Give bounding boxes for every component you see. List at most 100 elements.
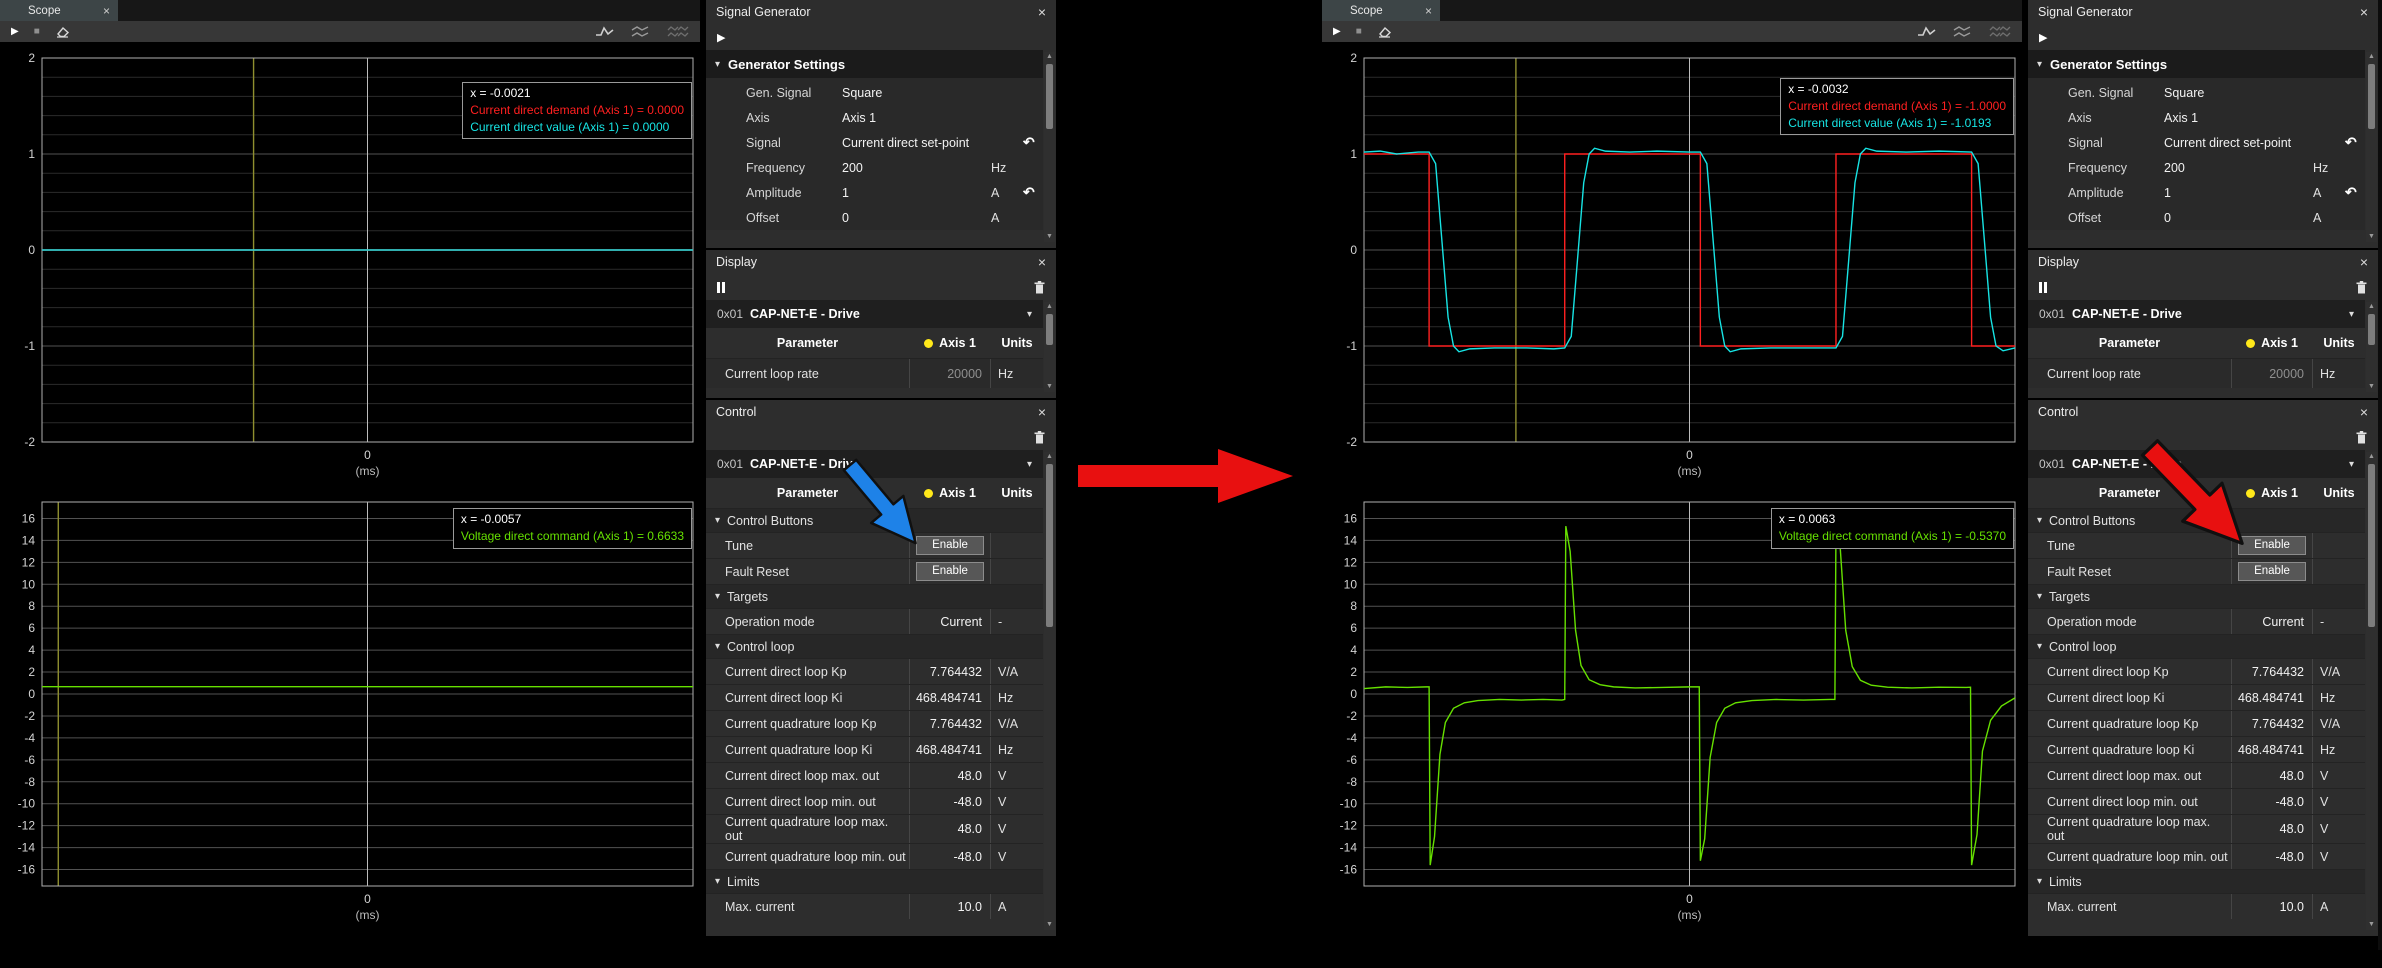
parameter-value[interactable]: Enable	[916, 536, 984, 555]
trash-icon[interactable]	[2356, 281, 2367, 294]
parameter-row[interactable]: ▾Targets	[2028, 584, 2365, 608]
setting-value[interactable]: 1	[842, 186, 991, 200]
tab-close-icon[interactable]: ×	[103, 4, 110, 18]
scrollbar[interactable]: ▲ ▼	[2366, 52, 2377, 242]
parameter-row[interactable]: Max. current 10.0 A	[2028, 893, 2365, 919]
parameter-value[interactable]: 7.764432	[930, 665, 982, 679]
setting-value[interactable]: Axis 1	[842, 111, 991, 125]
undo-icon[interactable]: ↶	[1023, 184, 1043, 201]
parameter-value[interactable]: 20000	[947, 367, 982, 381]
close-icon[interactable]: ×	[2360, 4, 2368, 20]
parameter-row[interactable]: ▾Control Buttons	[2028, 508, 2365, 532]
parameter-row[interactable]: ▾Control Buttons	[706, 508, 1043, 532]
parameter-row[interactable]: Operation mode Current -	[2028, 608, 2365, 634]
scrollbar-thumb[interactable]	[1046, 464, 1053, 627]
chart-current-direct[interactable]: 210-1-20(ms)x = -0.0032Current direct de…	[1322, 42, 2022, 486]
parameter-value[interactable]: Current	[940, 615, 982, 629]
parameter-row[interactable]: Operation mode Current -	[706, 608, 1043, 634]
pause-button[interactable]	[717, 282, 725, 293]
parameter-value[interactable]: 7.764432	[2252, 665, 2304, 679]
setting-value[interactable]: Square	[2164, 86, 2313, 100]
scroll-up-icon[interactable]: ▲	[1046, 452, 1053, 462]
parameter-row[interactable]: ▾Limits	[706, 869, 1043, 893]
parameter-value[interactable]: -48.0	[2276, 850, 2305, 864]
parameter-value[interactable]: 7.764432	[930, 717, 982, 731]
device-selector[interactable]: 0x01 CAP-NET-E - Drive ▾	[706, 300, 1043, 328]
parameter-row[interactable]: Current direct loop min. out -48.0 V	[706, 788, 1043, 814]
scroll-down-icon[interactable]: ▼	[2368, 920, 2375, 930]
setting-value[interactable]: 200	[2164, 161, 2313, 175]
parameter-row[interactable]: Current quadrature loop max. out 48.0 V	[706, 814, 1043, 843]
split-trace-view-icon[interactable]	[1953, 25, 1972, 38]
scrollbar-thumb[interactable]	[1046, 64, 1053, 129]
parameter-value[interactable]: Enable	[916, 562, 984, 581]
parameter-row[interactable]: Current quadrature loop Kp 7.764432 V/A	[2028, 710, 2365, 736]
parameter-row[interactable]: Current direct loop min. out -48.0 V	[2028, 788, 2365, 814]
chevron-down-icon[interactable]: ▾	[1027, 309, 1032, 320]
chart-current-direct[interactable]: 210-1-20(ms)x = -0.0021Current direct de…	[0, 42, 700, 486]
scrollbar-thumb[interactable]	[2368, 314, 2375, 345]
device-selector[interactable]: 0x01 CAP-NET-E - Drive ▾	[2028, 450, 2365, 478]
parameter-value[interactable]: -48.0	[954, 795, 983, 809]
scroll-down-icon[interactable]: ▼	[1046, 232, 1053, 242]
parameter-row[interactable]: Current quadrature loop Ki 468.484741 Hz	[2028, 736, 2365, 762]
clear-plot-icon[interactable]	[1377, 25, 1392, 38]
play-button[interactable]: ▶	[11, 27, 19, 37]
scroll-up-icon[interactable]: ▲	[2368, 302, 2375, 312]
single-trace-view-icon[interactable]	[1917, 25, 1936, 38]
parameter-row[interactable]: Current quadrature loop min. out -48.0 V	[2028, 843, 2365, 869]
parameter-value[interactable]: 10.0	[2280, 900, 2304, 914]
scrollbar-thumb[interactable]	[1046, 314, 1053, 345]
section-generator-settings[interactable]: ▾ Generator Settings	[2028, 50, 2365, 78]
tab-close-icon[interactable]: ×	[1425, 4, 1432, 18]
setting-value[interactable]: Axis 1	[2164, 111, 2313, 125]
parameter-value[interactable]: 468.484741	[916, 743, 982, 757]
parameter-row[interactable]: Current quadrature loop Ki 468.484741 Hz	[706, 736, 1043, 762]
setting-value[interactable]: 0	[842, 211, 991, 225]
scrollbar[interactable]: ▲ ▼	[1044, 52, 1055, 242]
parameter-value[interactable]: 7.764432	[2252, 717, 2304, 731]
parameter-row[interactable]: Current direct loop Ki 468.484741 Hz	[2028, 684, 2365, 710]
pause-button[interactable]	[2039, 282, 2047, 293]
parameter-value[interactable]: 48.0	[2280, 822, 2304, 836]
device-selector[interactable]: 0x01 CAP-NET-E - Drive ▾	[706, 450, 1043, 478]
parameter-value[interactable]: 468.484741	[2238, 743, 2304, 757]
tab-scope[interactable]: Scope ×	[0, 0, 118, 21]
parameter-value[interactable]: 20000	[2269, 367, 2304, 381]
parameter-value[interactable]: 468.484741	[916, 691, 982, 705]
scrollbar[interactable]: ▲ ▼	[2366, 452, 2377, 930]
chevron-down-icon[interactable]: ▾	[2349, 309, 2354, 320]
setting-value[interactable]: Square	[842, 86, 991, 100]
scrollbar[interactable]: ▲ ▼	[1044, 302, 1055, 392]
parameter-row[interactable]: Current quadrature loop Kp 7.764432 V/A	[706, 710, 1043, 736]
quad-trace-view-icon[interactable]	[1989, 25, 2011, 38]
device-selector[interactable]: 0x01 CAP-NET-E - Drive ▾	[2028, 300, 2365, 328]
setting-value[interactable]: Current direct set-point	[2164, 136, 2313, 150]
trash-icon[interactable]	[1034, 431, 1045, 444]
close-icon[interactable]: ×	[1038, 254, 1046, 270]
scroll-up-icon[interactable]: ▲	[1046, 52, 1053, 62]
parameter-row[interactable]: Current loop rate 20000 Hz	[706, 358, 1043, 388]
parameter-value[interactable]: Enable	[2238, 536, 2306, 555]
parameter-row[interactable]: Current loop rate 20000 Hz	[2028, 358, 2365, 388]
parameter-row[interactable]: Current quadrature loop min. out -48.0 V	[706, 843, 1043, 869]
tab-scope[interactable]: Scope ×	[1322, 0, 1440, 21]
scroll-up-icon[interactable]: ▲	[2368, 452, 2375, 462]
chart-voltage-direct[interactable]: 1614121086420-2-4-6-8-10-12-14-160(ms)x …	[0, 486, 700, 930]
generator-start-button[interactable]: ▶	[717, 31, 725, 44]
clear-plot-icon[interactable]	[55, 25, 70, 38]
scrollbar-thumb[interactable]	[2368, 464, 2375, 627]
parameter-row[interactable]: ▾Control loop	[706, 634, 1043, 658]
close-icon[interactable]: ×	[2360, 254, 2368, 270]
stop-button[interactable]: ■	[34, 27, 40, 37]
parameter-row[interactable]: Current direct loop Ki 468.484741 Hz	[706, 684, 1043, 710]
scrollbar[interactable]: ▲ ▼	[2366, 302, 2377, 392]
trash-icon[interactable]	[1034, 281, 1045, 294]
close-icon[interactable]: ×	[1038, 404, 1046, 420]
scroll-up-icon[interactable]: ▲	[2368, 52, 2375, 62]
parameter-value[interactable]: 48.0	[2280, 769, 2304, 783]
scrollbar-thumb[interactable]	[2368, 64, 2375, 129]
parameter-row[interactable]: Tune Enable	[706, 532, 1043, 558]
parameter-value[interactable]: Current	[2262, 615, 2304, 629]
parameter-value[interactable]: 48.0	[958, 822, 982, 836]
